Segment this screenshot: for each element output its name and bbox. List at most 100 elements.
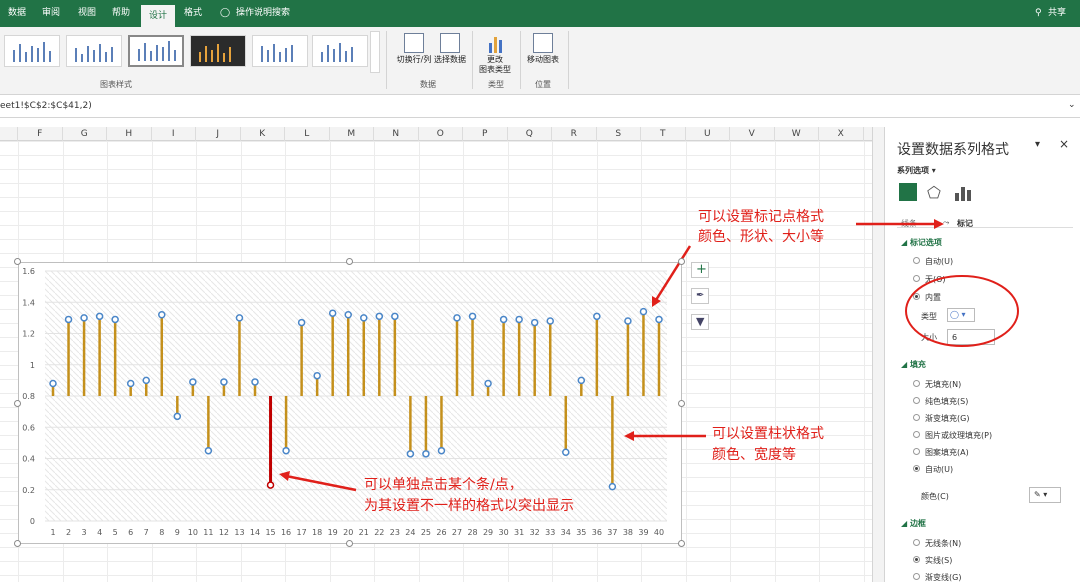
column-header-S[interactable]: S bbox=[597, 127, 641, 141]
column-header-L[interactable]: L bbox=[285, 127, 330, 141]
data-point[interactable] bbox=[593, 312, 601, 321]
data-point[interactable] bbox=[95, 312, 104, 321]
data-point[interactable] bbox=[49, 379, 57, 388]
solidline-radio[interactable] bbox=[913, 556, 920, 563]
data-point[interactable] bbox=[655, 315, 663, 324]
resize-handle[interactable] bbox=[346, 540, 353, 547]
column-header-R[interactable]: R bbox=[552, 127, 597, 141]
data-point[interactable] bbox=[313, 371, 321, 380]
data-point[interactable] bbox=[639, 307, 648, 316]
data-point[interactable] bbox=[577, 376, 586, 385]
pattern-fill-radio[interactable] bbox=[913, 448, 920, 455]
resize-handle[interactable] bbox=[14, 400, 21, 407]
color-picker-button[interactable]: ✎ ▾ bbox=[1029, 487, 1061, 503]
switch-row-col-button[interactable]: 切换行/列 bbox=[392, 33, 436, 65]
data-point[interactable] bbox=[80, 314, 88, 322]
chart-style-2[interactable] bbox=[66, 35, 122, 67]
chart-style-6[interactable] bbox=[312, 35, 368, 67]
data-point[interactable] bbox=[608, 482, 617, 491]
tab-review[interactable]: 审阅 bbox=[40, 0, 62, 27]
column-header-U[interactable]: U bbox=[686, 127, 730, 141]
column-header-T[interactable]: T bbox=[641, 127, 686, 141]
column-header-J[interactable]: J bbox=[196, 127, 241, 141]
select-all-corner[interactable] bbox=[0, 127, 18, 141]
tab-view[interactable]: 视图 bbox=[76, 0, 98, 27]
series-options-icon[interactable] bbox=[955, 185, 971, 201]
marker-builtin-radio[interactable] bbox=[913, 293, 920, 300]
series-options-dropdown[interactable]: 系列选项 ▾ bbox=[897, 165, 936, 176]
column-header-X[interactable]: X bbox=[819, 127, 864, 141]
data-point[interactable] bbox=[453, 314, 461, 322]
data-point[interactable] bbox=[220, 378, 228, 386]
change-chart-type-button[interactable]: 更改 图表类型 bbox=[478, 33, 512, 75]
auto-fill-radio[interactable] bbox=[913, 465, 920, 472]
data-point[interactable] bbox=[64, 315, 73, 324]
data-point[interactable] bbox=[422, 450, 430, 458]
column-header-N[interactable]: N bbox=[374, 127, 419, 141]
column-header-I[interactable]: I bbox=[152, 127, 196, 141]
share-button[interactable]: 共享 bbox=[1046, 0, 1068, 27]
chart-svg[interactable]: 00.20.40.60.811.21.41.61 2 3 4 5 6 7 8 9 10 11 12 13… bbox=[19, 263, 683, 545]
marker-type-select[interactable]: ◯ ▾ bbox=[947, 308, 975, 322]
column-header-H[interactable]: H bbox=[107, 127, 152, 141]
data-point[interactable] bbox=[266, 481, 275, 489]
data-point[interactable] bbox=[437, 446, 446, 455]
chart-elements-button[interactable]: + bbox=[691, 262, 709, 278]
expand-formula-icon[interactable]: ⌄ bbox=[1068, 100, 1076, 110]
picture-fill-radio[interactable] bbox=[913, 431, 920, 438]
tab-help[interactable]: 帮助 bbox=[110, 0, 132, 27]
column-header-W[interactable]: W bbox=[775, 127, 819, 141]
data-point[interactable] bbox=[251, 378, 259, 386]
tab-design[interactable]: 设计 bbox=[141, 5, 176, 27]
fill-line-icon[interactable] bbox=[899, 183, 917, 201]
data-point[interactable] bbox=[142, 376, 150, 385]
effects-icon[interactable]: ⬠ bbox=[927, 183, 941, 202]
resize-handle[interactable] bbox=[678, 258, 685, 265]
marker-size-input[interactable]: 6 bbox=[947, 329, 995, 345]
data-point[interactable] bbox=[282, 446, 290, 455]
data-point[interactable] bbox=[375, 312, 384, 321]
tell-me-search[interactable]: 操作说明搜索 bbox=[234, 0, 292, 27]
noline-radio[interactable] bbox=[913, 539, 920, 546]
tab-data[interactable]: 数据 bbox=[6, 0, 28, 27]
resize-handle[interactable] bbox=[14, 258, 21, 265]
data-point[interactable] bbox=[530, 318, 539, 327]
chart-styles-button[interactable]: ✒ bbox=[691, 288, 709, 304]
chart-style-3-selected[interactable] bbox=[128, 35, 184, 67]
data-point[interactable] bbox=[624, 317, 632, 325]
marker-none-radio[interactable] bbox=[913, 275, 920, 282]
data-point[interactable] bbox=[499, 315, 508, 324]
column-header-Q[interactable]: Q bbox=[508, 127, 552, 141]
fill-header[interactable]: ◢ 填充 bbox=[901, 359, 926, 370]
select-data-button[interactable]: 选择数据 bbox=[432, 33, 468, 65]
marker-auto-radio[interactable] bbox=[913, 257, 920, 264]
gradline-radio[interactable] bbox=[913, 573, 920, 580]
column-header-M[interactable]: M bbox=[330, 127, 374, 141]
data-point[interactable] bbox=[391, 312, 399, 321]
chart-style-1[interactable] bbox=[4, 35, 60, 67]
data-point[interactable] bbox=[344, 311, 352, 319]
data-point[interactable] bbox=[360, 314, 368, 322]
data-point[interactable] bbox=[111, 315, 119, 324]
share-icon[interactable]: ⚲ bbox=[1033, 0, 1044, 27]
data-point[interactable] bbox=[204, 446, 213, 455]
resize-handle[interactable] bbox=[14, 540, 21, 547]
data-point[interactable] bbox=[158, 311, 166, 319]
data-point[interactable] bbox=[546, 317, 554, 325]
pane-dropdown-icon[interactable]: ▾ bbox=[1035, 139, 1040, 150]
formula-bar[interactable]: eet1!$C$2:$C$41,2) ⌄ bbox=[0, 96, 1080, 118]
chart-area[interactable]: 0 0.2 0.4 0.6 0.8 1 1.2 1.4 1.6 1 2 3 4 5 6 7 8 9 10 11 12 13… bbox=[18, 262, 682, 544]
data-point[interactable] bbox=[189, 378, 197, 386]
data-point[interactable] bbox=[468, 312, 477, 321]
data-point[interactable] bbox=[126, 379, 135, 388]
gradient-fill-radio[interactable] bbox=[913, 414, 920, 421]
data-point[interactable] bbox=[515, 315, 523, 324]
resize-handle[interactable] bbox=[678, 400, 685, 407]
nofill-radio[interactable] bbox=[913, 380, 920, 387]
resize-handle[interactable] bbox=[346, 258, 353, 265]
column-header-G[interactable]: G bbox=[63, 127, 107, 141]
resize-handle[interactable] bbox=[678, 540, 685, 547]
data-point[interactable] bbox=[235, 314, 244, 322]
tab-format[interactable]: 格式 bbox=[182, 0, 204, 27]
column-header-P[interactable]: P bbox=[463, 127, 508, 141]
